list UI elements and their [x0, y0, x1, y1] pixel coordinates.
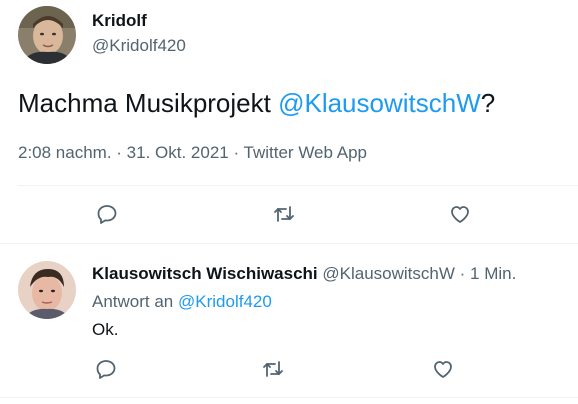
reply-author-name[interactable]: Klausowitsch Wischiwaschi	[92, 264, 318, 283]
divider	[0, 243, 578, 244]
replying-to: Antwort an @Kridolf420	[92, 292, 272, 312]
divider	[18, 185, 578, 186]
reply-reply-button[interactable]	[92, 355, 120, 383]
author-name[interactable]: Kridolf	[92, 11, 147, 31]
tweet-text: Machma Musikprojekt @KlausowitschW?	[18, 88, 495, 119]
mention-link[interactable]: @KlausowitschW	[278, 88, 481, 118]
author-handle[interactable]: @Kridolf420	[92, 36, 186, 56]
author-avatar[interactable]	[18, 6, 76, 64]
reply-author-avatar[interactable]	[18, 261, 76, 319]
reply-button[interactable]	[93, 200, 121, 228]
reply-header: Klausowitsch Wischiwaschi @KlausowitschW…	[92, 264, 516, 284]
reply-time[interactable]: 1 Min.	[470, 264, 516, 283]
reply-like-button[interactable]	[429, 355, 457, 383]
reply-icon	[97, 205, 117, 224]
replying-to-label: Antwort an	[92, 292, 178, 311]
like-icon	[451, 206, 469, 223]
divider	[0, 397, 578, 398]
tweet-thread: Kridolf @Kridolf420 Machma Musikprojekt …	[0, 0, 578, 404]
reply-author-handle[interactable]: @KlausowitschW	[322, 264, 455, 283]
tweet-text-body: Machma Musikprojekt	[18, 88, 279, 118]
reply-retweet-button[interactable]	[259, 355, 287, 383]
reply-text: Ok.	[92, 320, 119, 339]
tweet-text-end: ?	[480, 88, 496, 118]
reply-icon	[96, 360, 116, 379]
replying-to-link[interactable]: @Kridolf420	[178, 292, 272, 311]
retweet-icon	[274, 206, 294, 222]
like-button[interactable]	[446, 200, 474, 228]
tweet-metadata[interactable]: 2:08 nachm. · 31. Okt. 2021 · Twitter We…	[18, 143, 367, 163]
retweet-button[interactable]	[270, 200, 298, 228]
retweet-icon	[263, 361, 283, 377]
like-icon	[434, 361, 452, 378]
separator: ·	[459, 264, 466, 283]
